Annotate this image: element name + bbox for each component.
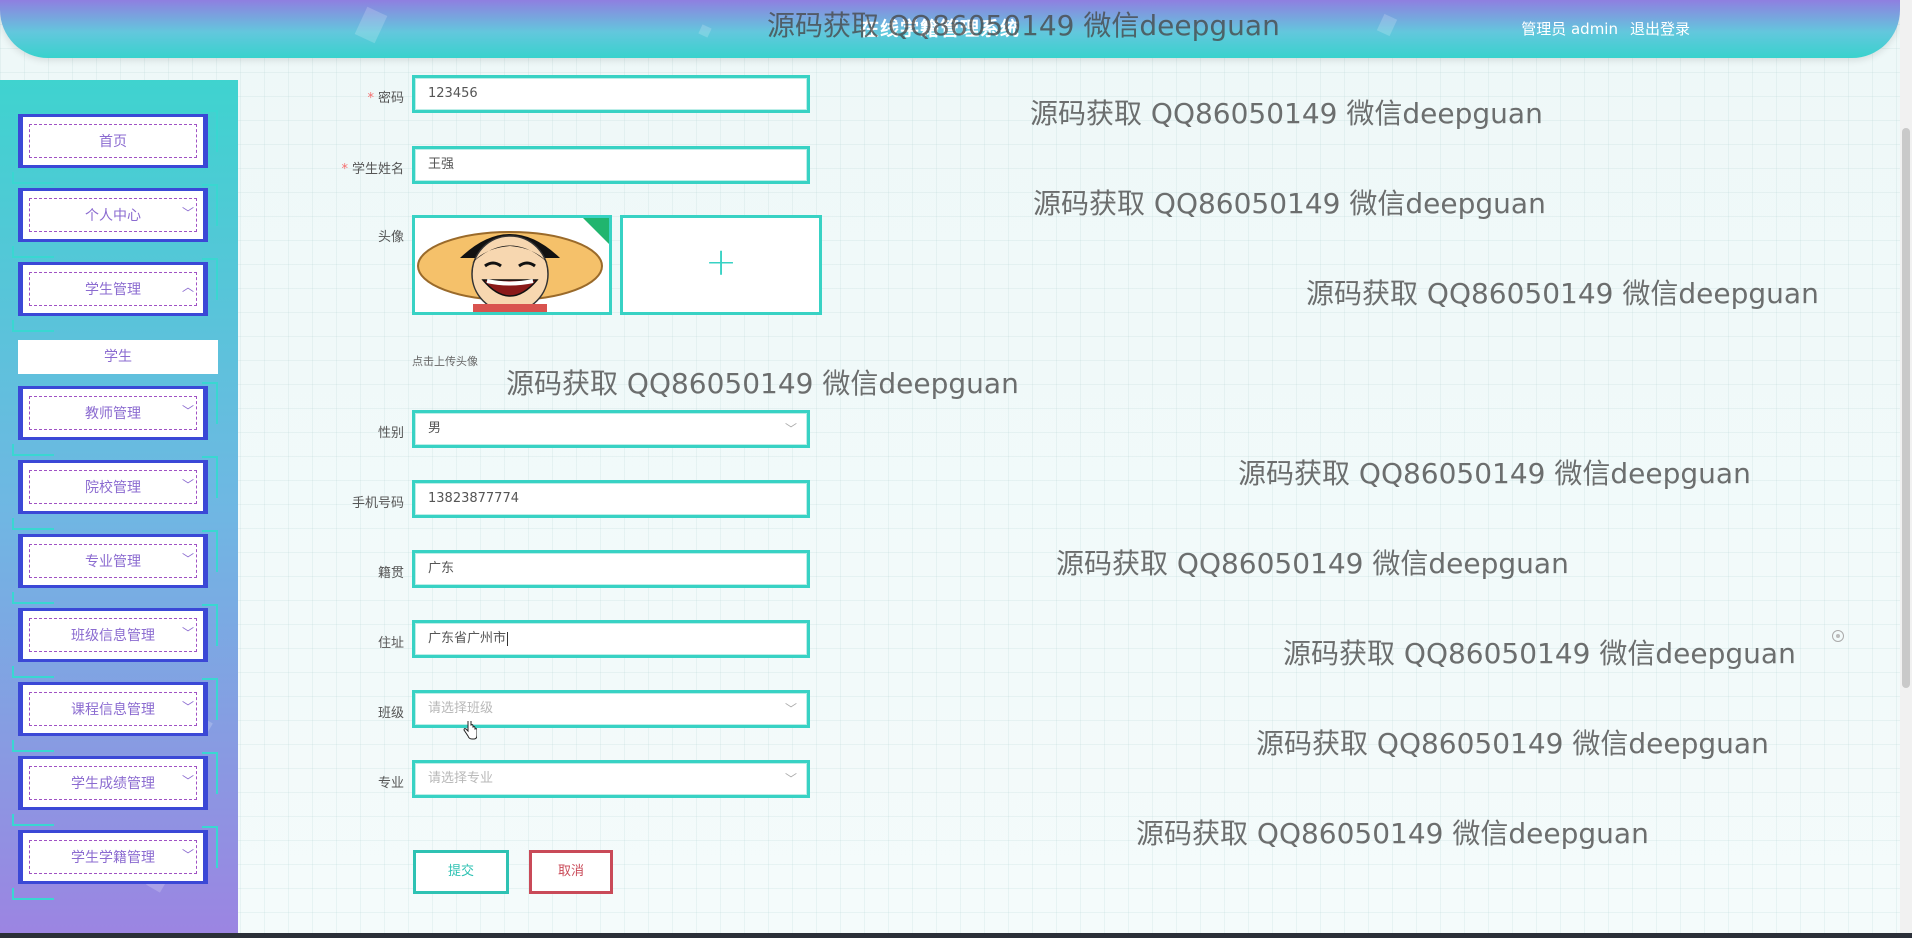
text-caret — [507, 631, 509, 646]
class-placeholder: 请选择班级 — [428, 701, 494, 716]
chevron-down-icon: ﹀ — [181, 206, 194, 220]
top-header: 在线学籍管理系统 管理员 admin 退出登录 — [0, 0, 1900, 58]
chevron-down-icon: ﹀ — [181, 774, 194, 788]
chevron-down-icon: ﹀ — [784, 422, 797, 436]
watermark-text: 源码获取 QQ86050149 微信deepguan — [1033, 187, 1546, 220]
sidebar-item-home[interactable]: 首页 — [12, 110, 218, 184]
avatar-upload-hint: 点击上传头像 — [412, 355, 478, 368]
password-field[interactable]: 123456 — [412, 75, 810, 113]
sidebar-item-student-management[interactable]: 学生管理 ︿ — [12, 258, 218, 332]
sidebar-item-label: 专业管理 — [85, 554, 141, 570]
sidebar-item-label: 班级信息管理 — [71, 628, 155, 644]
avatar-image — [415, 218, 609, 312]
hometown-field[interactable]: 广东 — [412, 550, 810, 588]
vertical-scrollbar[interactable] — [1900, 0, 1912, 938]
gender-value: 男 — [428, 421, 442, 436]
address-label: 住址 — [377, 636, 404, 651]
user-role: 管理员 — [1521, 20, 1567, 38]
scrollbar-thumb[interactable] — [1902, 128, 1910, 688]
required-mark: * — [341, 162, 348, 177]
major-placeholder: 请选择专业 — [428, 771, 494, 786]
class-label: 班级 — [377, 706, 404, 721]
user-area: 管理员 admin 退出登录 — [1521, 18, 1690, 39]
student-name-field[interactable]: 王强 — [412, 146, 810, 184]
gender-select[interactable]: 男 ﹀ — [412, 410, 810, 448]
student-name-label: * 学生姓名 — [341, 162, 404, 177]
avatar-upload-button[interactable]: + — [620, 215, 822, 315]
submit-button[interactable]: 提交 — [413, 850, 509, 894]
address-field[interactable]: 广东省广州市 — [412, 620, 810, 658]
watermark-text: 源码获取 QQ86050149 微信deepguan — [1306, 277, 1819, 310]
chevron-down-icon: ﹀ — [181, 848, 194, 862]
watermark-text: 源码获取 QQ86050149 微信deepguan — [1256, 727, 1769, 760]
chevron-down-icon: ﹀ — [181, 552, 194, 566]
bottom-bar — [0, 933, 1912, 938]
password-label: * 密码 — [367, 91, 404, 106]
watermark-text: 源码获取 QQ86050149 微信deepguan — [506, 367, 1019, 400]
logout-link[interactable]: 退出登录 — [1630, 18, 1690, 39]
gender-label: 性别 — [377, 426, 404, 441]
phone-field[interactable]: 13823877774 — [412, 480, 810, 518]
sidebar-item-enrollment-management[interactable]: 学生学籍管理 ﹀ — [12, 826, 218, 900]
sidebar-item-label: 学生管理 — [85, 282, 141, 298]
chevron-down-icon: ﹀ — [784, 702, 797, 716]
chevron-down-icon: ﹀ — [181, 626, 194, 640]
avatar-label: 头像 — [377, 230, 404, 245]
address-value: 广东省广州市 — [428, 631, 507, 646]
phone-label: 手机号码 — [351, 496, 404, 511]
sidebar-item-score-management[interactable]: 学生成绩管理 ﹀ — [12, 752, 218, 826]
sidebar-item-class-info-management[interactable]: 班级信息管理 ﹀ — [12, 604, 218, 678]
watermark-text: 源码获取 QQ86050149 微信deepguan — [1030, 97, 1543, 130]
avatar-preview[interactable] — [412, 215, 612, 315]
sidebar-item-label: 学生成绩管理 — [71, 776, 155, 792]
watermark-text: 源码获取 QQ86050149 微信deepguan — [1238, 457, 1751, 490]
chevron-up-icon: ︿ — [181, 280, 194, 294]
plus-icon: + — [705, 240, 737, 284]
sidebar: 首页 个人中心 ﹀ 学生管理 ︿ 学生 教师管理 ﹀ 院校管理 ﹀ 专业管理 ﹀… — [0, 80, 238, 938]
clear-icon[interactable] — [1832, 630, 1844, 642]
success-badge — [582, 218, 609, 245]
watermark-text: 源码获取 QQ86050149 微信deepguan — [1283, 637, 1796, 670]
user-info: 管理员 admin — [1521, 18, 1618, 39]
major-select[interactable]: 请选择专业 ﹀ — [412, 760, 810, 798]
sidebar-item-label: 教师管理 — [85, 406, 141, 422]
sidebar-item-teacher-management[interactable]: 教师管理 ﹀ — [12, 382, 218, 456]
chevron-down-icon: ﹀ — [181, 478, 194, 492]
submenu-item-student[interactable]: 学生 — [18, 340, 218, 374]
hometown-label: 籍贯 — [377, 566, 404, 581]
sidebar-item-label: 个人中心 — [85, 208, 141, 224]
sidebar-item-college-management[interactable]: 院校管理 ﹀ — [12, 456, 218, 530]
chevron-down-icon: ﹀ — [181, 700, 194, 714]
watermark-text: 源码获取 QQ86050149 微信deepguan — [1056, 547, 1569, 580]
sidebar-item-label: 首页 — [99, 134, 127, 150]
sidebar-item-label: 院校管理 — [85, 480, 141, 496]
major-label: 专业 — [377, 776, 404, 791]
sidebar-item-course-info-management[interactable]: 课程信息管理 ﹀ — [12, 678, 218, 752]
hand-cursor-icon — [463, 721, 477, 740]
chevron-down-icon: ﹀ — [784, 772, 797, 786]
watermark-text: 源码获取 QQ86050149 微信deepguan — [1136, 817, 1649, 850]
cancel-button[interactable]: 取消 — [529, 850, 613, 894]
sidebar-item-personal-center[interactable]: 个人中心 ﹀ — [12, 184, 218, 258]
sidebar-item-label: 学生学籍管理 — [71, 850, 155, 866]
username: admin — [1570, 20, 1618, 38]
sidebar-item-major-management[interactable]: 专业管理 ﹀ — [12, 530, 218, 604]
sidebar-item-label: 课程信息管理 — [71, 702, 155, 718]
site-title: 在线学籍管理系统 — [859, 18, 1020, 40]
required-mark: * — [367, 91, 374, 106]
chevron-down-icon: ﹀ — [181, 404, 194, 418]
